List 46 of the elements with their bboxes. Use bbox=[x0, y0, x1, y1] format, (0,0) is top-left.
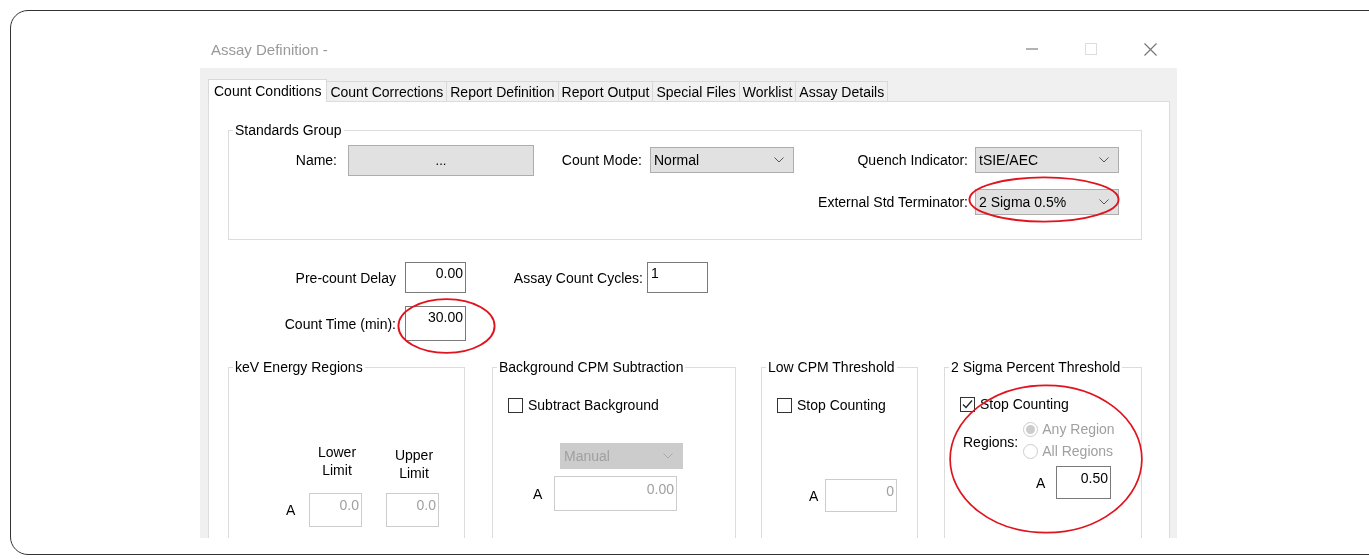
window-title: Assay Definition - bbox=[210, 40, 328, 58]
checkbox-label: Stop Counting bbox=[797, 397, 886, 413]
input-field[interactable]: 0.50 bbox=[1056, 466, 1111, 499]
field-label: Name: bbox=[294, 152, 337, 168]
group-title: Standards Group bbox=[234, 122, 343, 138]
field-label: Assay Count Cycles: bbox=[512, 269, 643, 286]
chevron-icon bbox=[774, 157, 784, 163]
input-field[interactable]: 1 bbox=[647, 262, 708, 293]
checkbox[interactable] bbox=[508, 397, 523, 413]
radio-label: All Regions bbox=[1042, 443, 1114, 459]
dropdown[interactable]: tSIE/AEC bbox=[975, 147, 1119, 173]
group-title: 2 Sigma Percent Threshold bbox=[950, 359, 1122, 375]
row-label: A bbox=[809, 487, 820, 504]
tab[interactable]: Special Files bbox=[652, 81, 740, 101]
chevron-icon bbox=[1099, 199, 1109, 205]
input-field[interactable]: 30.00 bbox=[405, 306, 466, 341]
chevron-icon bbox=[1099, 157, 1109, 163]
row-label: A bbox=[286, 502, 297, 518]
checkbox-label: Stop Counting bbox=[980, 396, 1069, 412]
field-label: Count Mode: bbox=[560, 152, 642, 168]
tab[interactable]: Report Definition bbox=[446, 81, 559, 101]
group-title: Low CPM Threshold bbox=[767, 359, 896, 375]
tab[interactable]: Count Conditions bbox=[208, 79, 328, 102]
dropdown[interactable]: 2 Sigma 0.5% bbox=[975, 189, 1119, 215]
field-label: Pre-count Delay bbox=[294, 269, 396, 286]
input-field[interactable]: 0.00 bbox=[405, 262, 466, 293]
close-icon[interactable] bbox=[1144, 42, 1157, 56]
checkbox[interactable] bbox=[960, 396, 975, 412]
tab[interactable]: Report Output bbox=[557, 81, 654, 101]
group-title: Background CPM Subtraction bbox=[498, 359, 685, 375]
checkbox-label: Subtract Background bbox=[528, 397, 659, 413]
browse-button[interactable]: ... bbox=[348, 144, 534, 176]
field-label: Count Time (min): bbox=[283, 315, 396, 332]
field-label: Regions: bbox=[963, 434, 1019, 452]
column-header: Upper Limit bbox=[393, 446, 435, 482]
radio-label: Any Region bbox=[1042, 421, 1115, 437]
row-label: A bbox=[1036, 474, 1047, 491]
dropdown[interactable]: Normal bbox=[650, 147, 794, 173]
group-title: keV Energy Regions bbox=[234, 359, 364, 375]
checkbox[interactable] bbox=[777, 397, 792, 413]
field-label: Quench Indicator: bbox=[856, 152, 968, 168]
row-label: A bbox=[533, 485, 544, 502]
field-label: External Std Terminator: bbox=[818, 194, 968, 210]
tab[interactable]: Assay Details bbox=[795, 81, 889, 101]
chevron-icon bbox=[663, 453, 673, 459]
column-header: Lower Limit bbox=[316, 443, 358, 480]
